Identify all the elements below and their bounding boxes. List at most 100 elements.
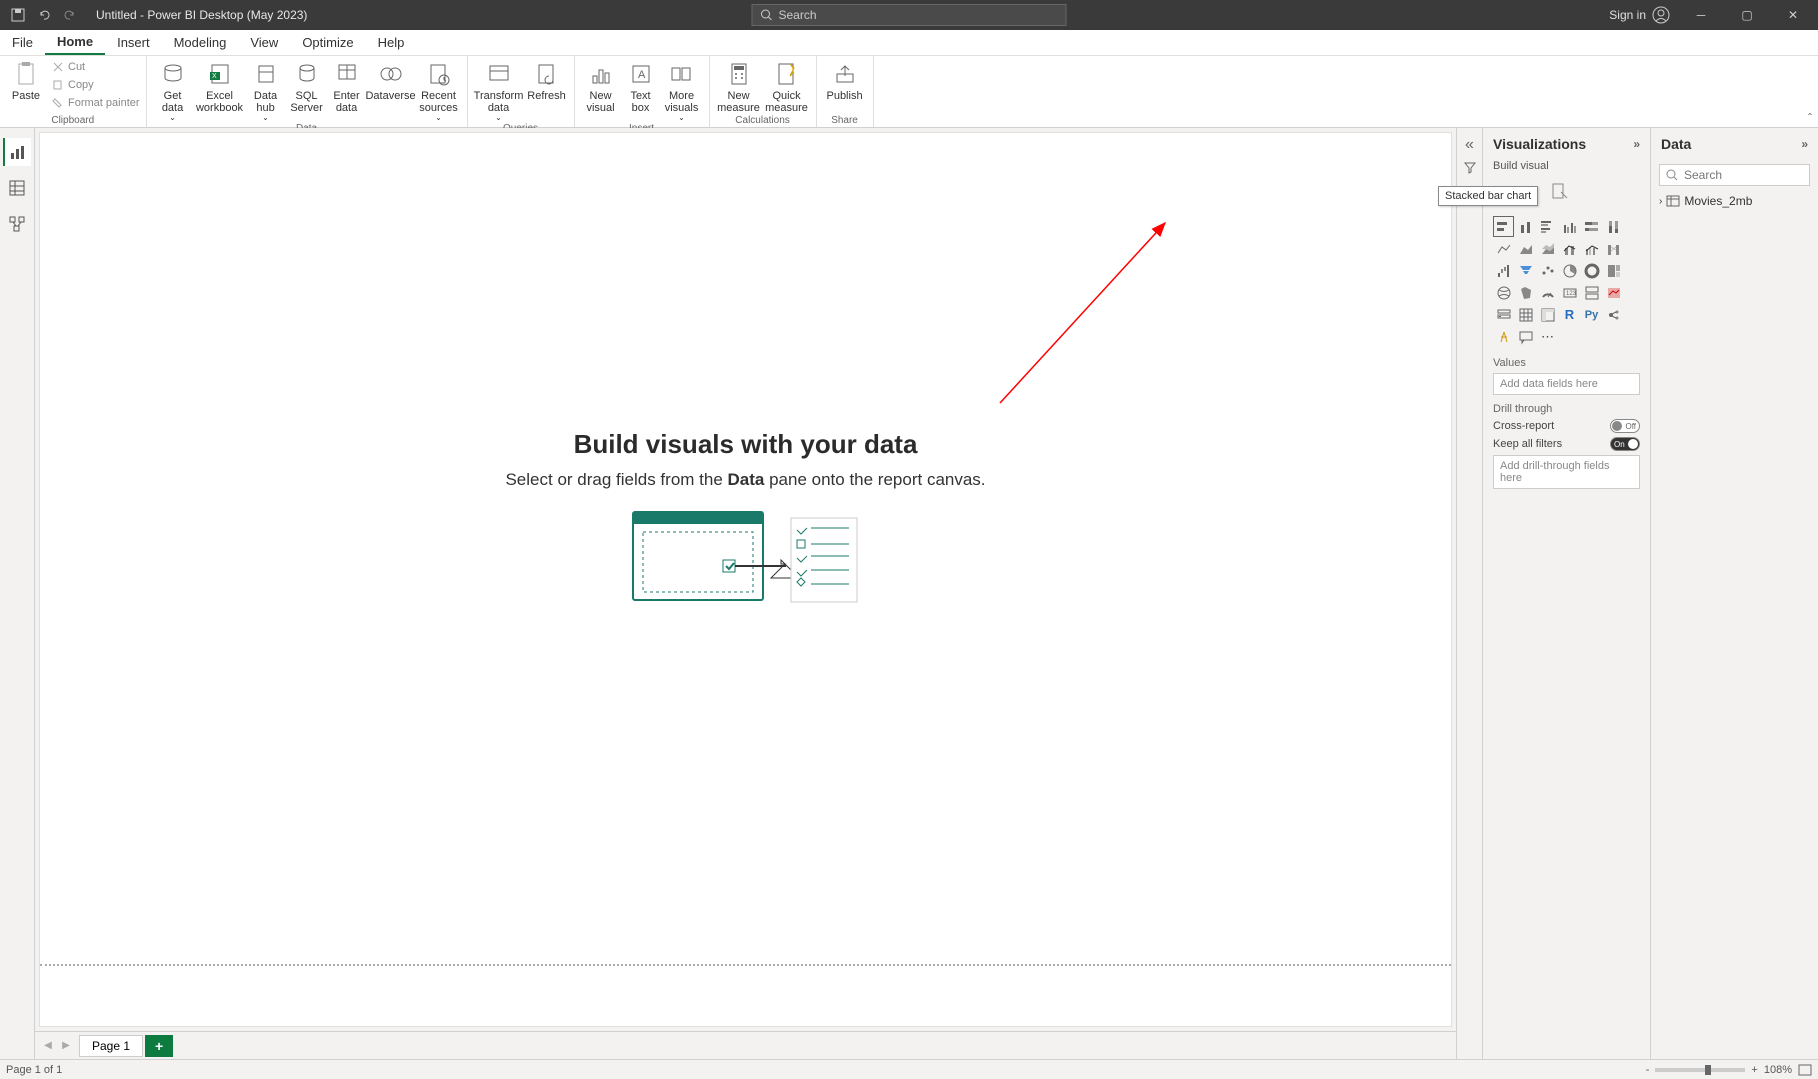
- menu-tabs: File Home Insert Modeling View Optimize …: [0, 30, 1818, 56]
- close-button[interactable]: ✕: [1778, 0, 1808, 30]
- tab-help[interactable]: Help: [366, 30, 417, 55]
- get-data-button[interactable]: Get data⌄: [153, 58, 193, 123]
- enter-data-button[interactable]: Enter data: [329, 58, 365, 123]
- line-stacked-column-icon[interactable]: [1559, 238, 1580, 259]
- cross-report-toggle[interactable]: Off: [1610, 419, 1640, 433]
- report-view-button[interactable]: [3, 138, 31, 166]
- sql-server-button[interactable]: SQL Server: [287, 58, 327, 123]
- viz-tooltip: Stacked bar chart: [1438, 186, 1538, 206]
- kpi-icon[interactable]: [1603, 282, 1624, 303]
- hundred-stacked-bar-icon[interactable]: [1581, 216, 1602, 237]
- line-chart-icon[interactable]: [1493, 238, 1514, 259]
- gauge-icon[interactable]: [1537, 282, 1558, 303]
- waterfall-chart-icon[interactable]: [1493, 260, 1514, 281]
- card-icon[interactable]: 123: [1559, 282, 1580, 303]
- refresh-icon: [533, 60, 561, 88]
- undo-icon[interactable]: [36, 7, 52, 23]
- page-tab-1[interactable]: Page 1: [79, 1035, 143, 1057]
- global-search[interactable]: Search: [752, 4, 1067, 26]
- quick-measure-button[interactable]: Quick measure: [764, 58, 810, 114]
- paste-button[interactable]: Paste: [6, 58, 46, 112]
- text-box-button[interactable]: A Text box: [623, 58, 659, 123]
- multi-row-card-icon[interactable]: [1581, 282, 1602, 303]
- data-search-input[interactable]: Search: [1659, 164, 1810, 186]
- drill-through-field-well[interactable]: Add drill-through fields here: [1493, 455, 1640, 489]
- page-prev-button[interactable]: ◀: [39, 1035, 57, 1057]
- tab-home[interactable]: Home: [45, 30, 105, 55]
- page-next-button[interactable]: ▶: [57, 1035, 75, 1057]
- area-chart-icon[interactable]: [1515, 238, 1536, 259]
- tab-insert[interactable]: Insert: [105, 30, 162, 55]
- map-icon[interactable]: [1493, 282, 1514, 303]
- treemap-icon[interactable]: [1603, 260, 1624, 281]
- new-measure-button[interactable]: New measure: [716, 58, 762, 114]
- table-node-movies[interactable]: › Movies_2mb: [1659, 194, 1810, 208]
- redo-icon[interactable]: [62, 7, 78, 23]
- stacked-bar-chart-icon[interactable]: [1493, 216, 1514, 237]
- values-field-well[interactable]: Add data fields here: [1493, 373, 1640, 395]
- r-visual-icon[interactable]: R: [1559, 304, 1580, 325]
- pie-chart-icon[interactable]: [1559, 260, 1580, 281]
- more-visuals-button[interactable]: More visuals⌄: [661, 58, 703, 123]
- dataverse-button[interactable]: Dataverse: [367, 58, 415, 123]
- matrix-icon[interactable]: [1537, 304, 1558, 325]
- drill-through-label: Drill through: [1483, 397, 1650, 417]
- format-visual-tab[interactable]: [1539, 178, 1579, 206]
- zoom-in-button[interactable]: +: [1751, 1064, 1757, 1076]
- model-view-button[interactable]: [3, 210, 31, 238]
- tab-file[interactable]: File: [0, 30, 45, 55]
- publish-button[interactable]: Publish: [823, 58, 867, 102]
- stacked-column-chart-icon[interactable]: [1515, 216, 1536, 237]
- table-view-button[interactable]: [3, 174, 31, 202]
- clustered-column-chart-icon[interactable]: [1559, 216, 1580, 237]
- tab-modeling[interactable]: Modeling: [162, 30, 239, 55]
- slicer-icon[interactable]: [1493, 304, 1514, 325]
- save-icon[interactable]: [10, 7, 26, 23]
- search-icon: [1666, 169, 1678, 181]
- collapse-data-pane-button[interactable]: »: [1801, 137, 1808, 151]
- copy-button[interactable]: Copy: [52, 76, 140, 94]
- maximize-button[interactable]: ▢: [1732, 0, 1762, 30]
- scatter-chart-icon[interactable]: [1537, 260, 1558, 281]
- canvas-heading: Build visuals with your data: [505, 429, 985, 460]
- more-visuals-icon[interactable]: ⋯: [1537, 326, 1558, 347]
- clustered-bar-chart-icon[interactable]: [1537, 216, 1558, 237]
- signin-button[interactable]: Sign in: [1609, 6, 1670, 24]
- decomposition-tree-icon[interactable]: [1493, 326, 1514, 347]
- cut-button[interactable]: Cut: [52, 58, 140, 76]
- minimize-button[interactable]: ─: [1686, 0, 1716, 30]
- python-visual-icon[interactable]: Py: [1581, 304, 1602, 325]
- filled-map-icon[interactable]: [1515, 282, 1536, 303]
- new-visual-button[interactable]: New visual: [581, 58, 621, 123]
- hundred-stacked-column-icon[interactable]: [1603, 216, 1624, 237]
- recent-sources-button[interactable]: Recent sources⌄: [417, 58, 461, 123]
- line-clustered-column-icon[interactable]: [1581, 238, 1602, 259]
- excel-workbook-button[interactable]: X Excel workbook: [195, 58, 245, 123]
- ribbon-chart-icon[interactable]: [1603, 238, 1624, 259]
- key-influencers-icon[interactable]: [1603, 304, 1624, 325]
- zoom-level-label: 108%: [1764, 1064, 1792, 1076]
- data-hub-button[interactable]: Data hub⌄: [247, 58, 285, 123]
- collapse-ribbon-button[interactable]: ˆ: [1808, 111, 1812, 125]
- table-visual-icon[interactable]: [1515, 304, 1536, 325]
- canvas-illustration: [505, 510, 985, 610]
- add-page-button[interactable]: +: [145, 1035, 173, 1057]
- tab-view[interactable]: View: [238, 30, 290, 55]
- report-canvas[interactable]: Build visuals with your data Select or d…: [39, 132, 1452, 1027]
- filter-icon[interactable]: [1463, 160, 1477, 174]
- dataverse-icon: [377, 60, 405, 88]
- zoom-slider[interactable]: [1655, 1068, 1745, 1072]
- donut-chart-icon[interactable]: [1581, 260, 1602, 281]
- fit-to-page-button[interactable]: [1798, 1064, 1812, 1076]
- format-painter-button[interactable]: Format painter: [52, 94, 140, 112]
- keep-filters-toggle[interactable]: On: [1610, 437, 1640, 451]
- tab-optimize[interactable]: Optimize: [290, 30, 365, 55]
- zoom-out-button[interactable]: -: [1646, 1064, 1650, 1076]
- collapse-viz-pane-button[interactable]: »: [1633, 137, 1640, 151]
- funnel-chart-icon[interactable]: [1515, 260, 1536, 281]
- refresh-button[interactable]: Refresh: [526, 58, 568, 123]
- stacked-area-chart-icon[interactable]: [1537, 238, 1558, 259]
- qna-visual-icon[interactable]: [1515, 326, 1536, 347]
- transform-data-button[interactable]: Transform data⌄: [474, 58, 524, 123]
- expand-filters-button[interactable]: «: [1465, 136, 1474, 154]
